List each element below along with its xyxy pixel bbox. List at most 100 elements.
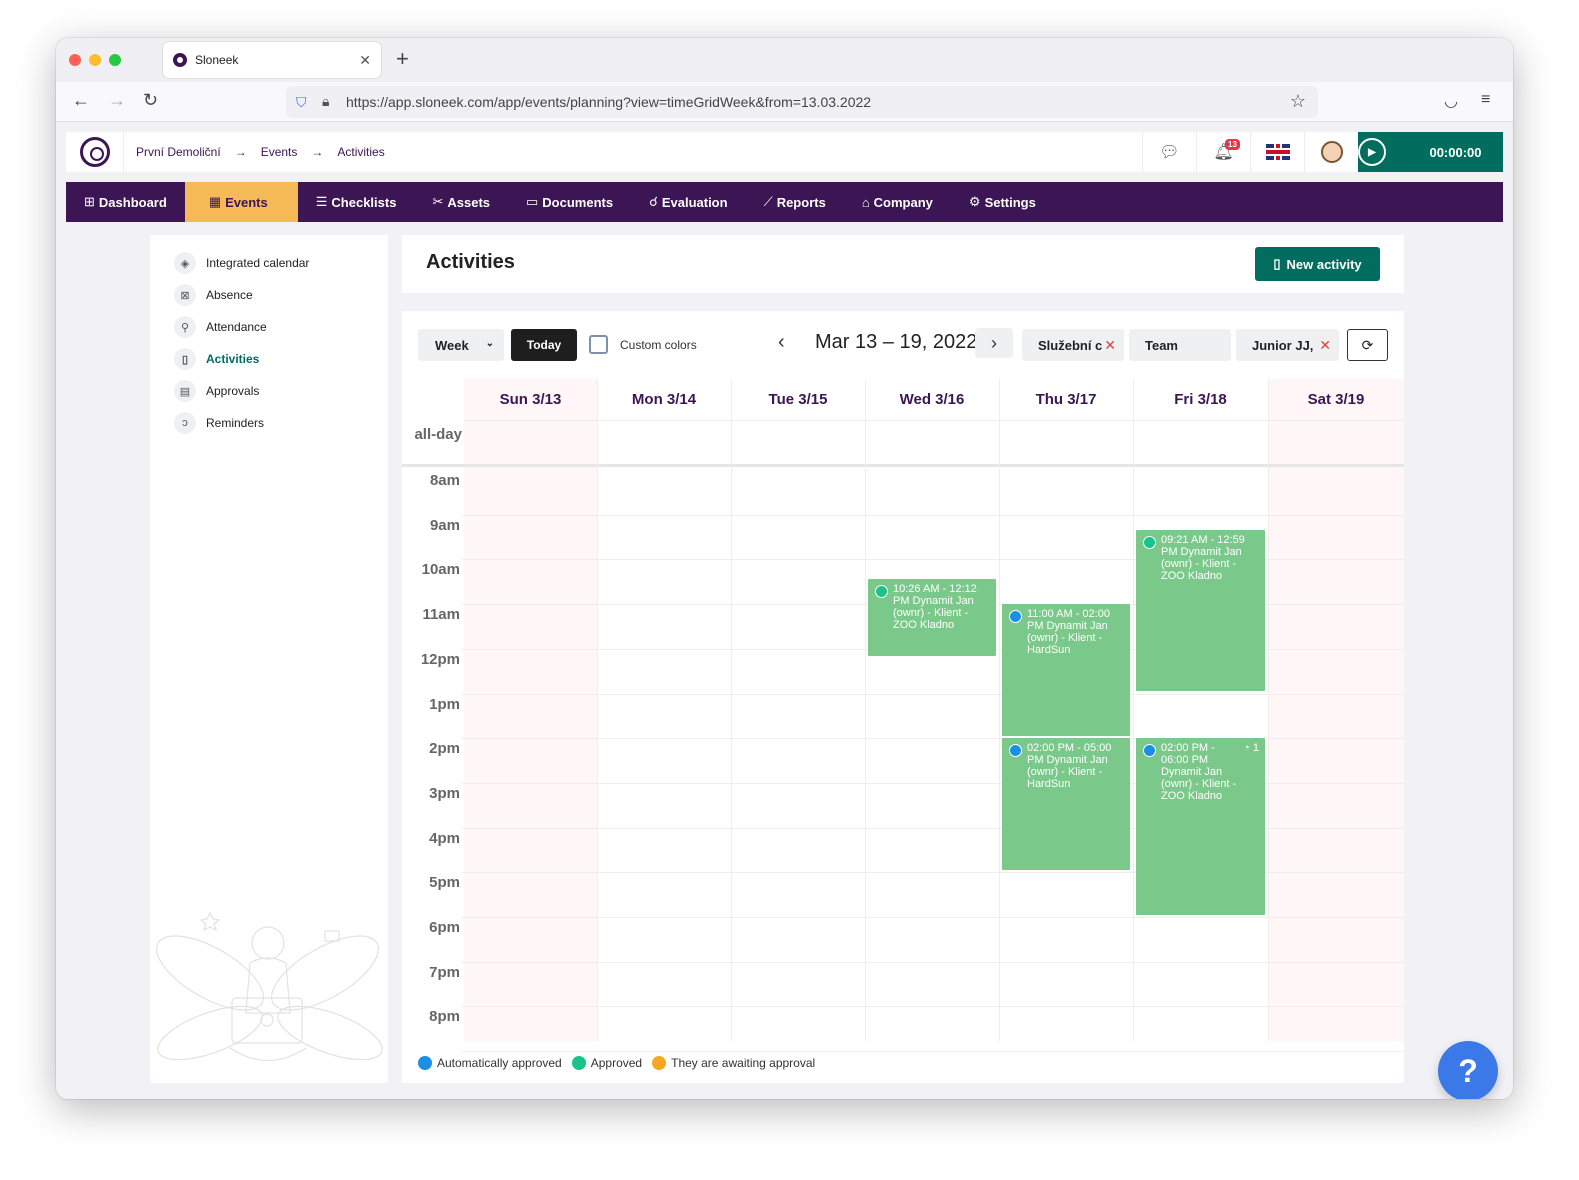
- forward-icon[interactable]: →: [108, 90, 126, 111]
- browser-window: Sloneek ✕ + ← → ↻ ⛉ 🔒︎ https://app.slone…: [56, 38, 1513, 1099]
- nav-label: Dashboard: [98, 194, 167, 210]
- chat-icon[interactable]: 💬︎: [1142, 132, 1196, 172]
- view-select[interactable]: Week ⌄: [418, 329, 504, 361]
- main-nav: ⊞ Dashboard ▦ Events ☰ Checklists ✂ Assets ▭…: [66, 182, 1503, 222]
- sidebar: ◈ Integrated calendar ⊠ Absence ⚲ Attendanc…: [150, 235, 388, 1083]
- legend-dot: [652, 1056, 667, 1070]
- nav-dashboard[interactable]: ⊞ Dashboard: [66, 182, 185, 222]
- sidebar-item-reminders[interactable]: ↄ Reminders: [174, 410, 264, 436]
- comment-count-badge: ◔ 1: [1243, 742, 1259, 755]
- checkbox-icon[interactable]: [589, 335, 608, 354]
- filter-value: Junior JJ, D: [1252, 337, 1327, 353]
- nav-company[interactable]: ⌂ Company: [844, 182, 951, 222]
- bell-icon[interactable]: 🔔︎ 13: [1196, 132, 1250, 172]
- minimize-window-button[interactable]: [89, 54, 101, 66]
- lock-icon[interactable]: 🔒︎: [322, 93, 329, 110]
- address-bar[interactable]: ⛉ 🔒︎ https://app.sloneek.com/app/events/…: [286, 86, 1318, 118]
- day-column-divider: [1268, 379, 1269, 1041]
- sidebar-item-integrated-calendar[interactable]: ◈ Integrated calendar: [174, 250, 309, 276]
- date-range-title: Mar 13 – 19, 2022: [815, 331, 978, 353]
- close-window-button[interactable]: [69, 54, 81, 66]
- legend-item-approved: Approved: [571, 1056, 643, 1070]
- sidebar-item-approvals[interactable]: ▤ Approvals: [174, 378, 259, 404]
- day-header: Thu 3/17: [999, 379, 1133, 421]
- all-day-label: all-day: [414, 426, 462, 443]
- clear-filter-icon[interactable]: ✕: [1102, 336, 1116, 354]
- new-tab-icon[interactable]: +: [396, 46, 409, 72]
- custom-colors-checkbox[interactable]: Custom colors: [589, 335, 697, 354]
- book-icon: ▯: [1273, 256, 1281, 271]
- back-icon[interactable]: ←: [72, 90, 90, 111]
- calendar-event[interactable]: 11:00 AM - 02:00 PM Dynamit Jan (ownr) -…: [1002, 604, 1130, 737]
- sidebar-item-attendance[interactable]: ⚲ Attendance: [174, 314, 267, 340]
- breadcrumb-activities: Activities: [337, 145, 385, 159]
- legend-dot: [571, 1056, 586, 1070]
- sidebar-item-activities[interactable]: ▯ Activities: [174, 346, 259, 372]
- window-controls[interactable]: [69, 54, 121, 66]
- nav-evaluation[interactable]: ☌ Evaluation: [631, 182, 745, 222]
- filter-vehicle-select[interactable]: Služební c ✕: [1022, 329, 1124, 361]
- nav-reports[interactable]: ⟋ Reports: [746, 182, 844, 222]
- weekend-shade: [464, 379, 597, 1041]
- hour-label: 1pm: [429, 695, 460, 713]
- filter-team-select[interactable]: Team: [1129, 329, 1231, 361]
- nav-assets[interactable]: ✂ Assets: [414, 182, 508, 222]
- sloneek-logo[interactable]: [66, 132, 124, 172]
- nav-events[interactable]: ▦ Events: [184, 182, 298, 222]
- legend-item-auto: Automatically approved: [418, 1056, 562, 1070]
- language-flag-icon[interactable]: [1250, 132, 1304, 172]
- hour-label: 5pm: [429, 874, 460, 892]
- avatar[interactable]: [1304, 132, 1358, 172]
- next-week-button[interactable]: ›: [975, 328, 1013, 358]
- hour-label: 4pm: [429, 829, 460, 847]
- hour-label: 7pm: [429, 963, 460, 981]
- refresh-icon[interactable]: ⟳: [1347, 329, 1388, 361]
- legend: Automatically approved Approved They are…: [418, 1056, 825, 1070]
- legend-label: They are awaiting approval: [671, 1056, 816, 1070]
- breadcrumb-company[interactable]: První Demoliční: [136, 145, 221, 159]
- event-text: 02:00 PM - 05:00 PM Dynamit Jan (ownr) -…: [1027, 742, 1112, 791]
- nav-settings[interactable]: ⚙ Settings: [951, 182, 1054, 222]
- nav-label: Evaluation: [661, 194, 728, 210]
- new-activity-button[interactable]: ▯ New activity: [1255, 247, 1380, 281]
- prev-week-button[interactable]: ‹: [778, 331, 785, 354]
- url-text[interactable]: https://app.sloneek.com/app/events/plann…: [346, 94, 871, 110]
- breadcrumb-events[interactable]: Events: [261, 145, 298, 159]
- sidebar-item-absence[interactable]: ⊠ Absence: [174, 282, 253, 308]
- calendar-event[interactable]: 10:26 AM - 12:12 PM Dynamit Jan (ownr) -…: [868, 578, 996, 656]
- grid-icon: ⊞: [84, 194, 95, 209]
- browser-tab[interactable]: Sloneek ✕: [163, 42, 381, 78]
- shield-icon[interactable]: ⛉: [296, 94, 307, 111]
- book-icon: ▯: [174, 348, 196, 370]
- calendar-event[interactable]: 02:00 PM - 05:00 PM Dynamit Jan (ownr) -…: [1002, 738, 1130, 871]
- nav-documents[interactable]: ▭ Documents: [508, 182, 631, 222]
- today-button[interactable]: Today: [511, 329, 577, 361]
- evaluation-icon: ☌: [649, 194, 658, 209]
- maximize-window-button[interactable]: [109, 54, 121, 66]
- play-icon[interactable]: ▶: [1358, 138, 1386, 166]
- hour-line: [462, 514, 1404, 516]
- filter-users-select[interactable]: Junior JJ, D ✕: [1236, 329, 1339, 361]
- nav-checklists[interactable]: ☰ Checklists: [298, 182, 415, 222]
- calendar-event[interactable]: 09:21 AM - 12:59 PM Dynamit Jan (ownr) -…: [1136, 530, 1265, 691]
- help-button[interactable]: ?: [1438, 1041, 1498, 1099]
- sidebar-item-label: Approvals: [206, 384, 260, 398]
- close-tab-icon[interactable]: ✕: [359, 52, 371, 69]
- day-header: Wed 3/16: [865, 379, 999, 421]
- pocket-icon[interactable]: ◡: [1444, 91, 1458, 111]
- new-activity-label: New activity: [1286, 256, 1362, 272]
- menu-icon[interactable]: ≡: [1481, 91, 1490, 109]
- week-grid: all-day Sun 3/13 Mon 3/14 Tue 3/15 Wed 3…: [402, 379, 1404, 1053]
- bookmark-star-icon[interactable]: ☆: [1290, 91, 1306, 112]
- nav-label: Events: [225, 194, 268, 210]
- legend-label: Approved: [590, 1056, 643, 1070]
- day-header: Mon 3/14: [597, 379, 731, 421]
- reload-icon[interactable]: ↻: [143, 90, 158, 111]
- clear-filter-icon[interactable]: ✕: [1317, 336, 1331, 354]
- day-header: Fri 3/18: [1133, 379, 1268, 421]
- calendar-event[interactable]: 02:00 PM - 06:00 PM Dynamit Jan (ownr) -…: [1136, 738, 1265, 915]
- hour-label: 6pm: [429, 919, 460, 936]
- day-header: Sun 3/13: [464, 379, 597, 421]
- day-header: Sat 3/19: [1268, 379, 1404, 421]
- tab-title: Sloneek: [195, 53, 239, 67]
